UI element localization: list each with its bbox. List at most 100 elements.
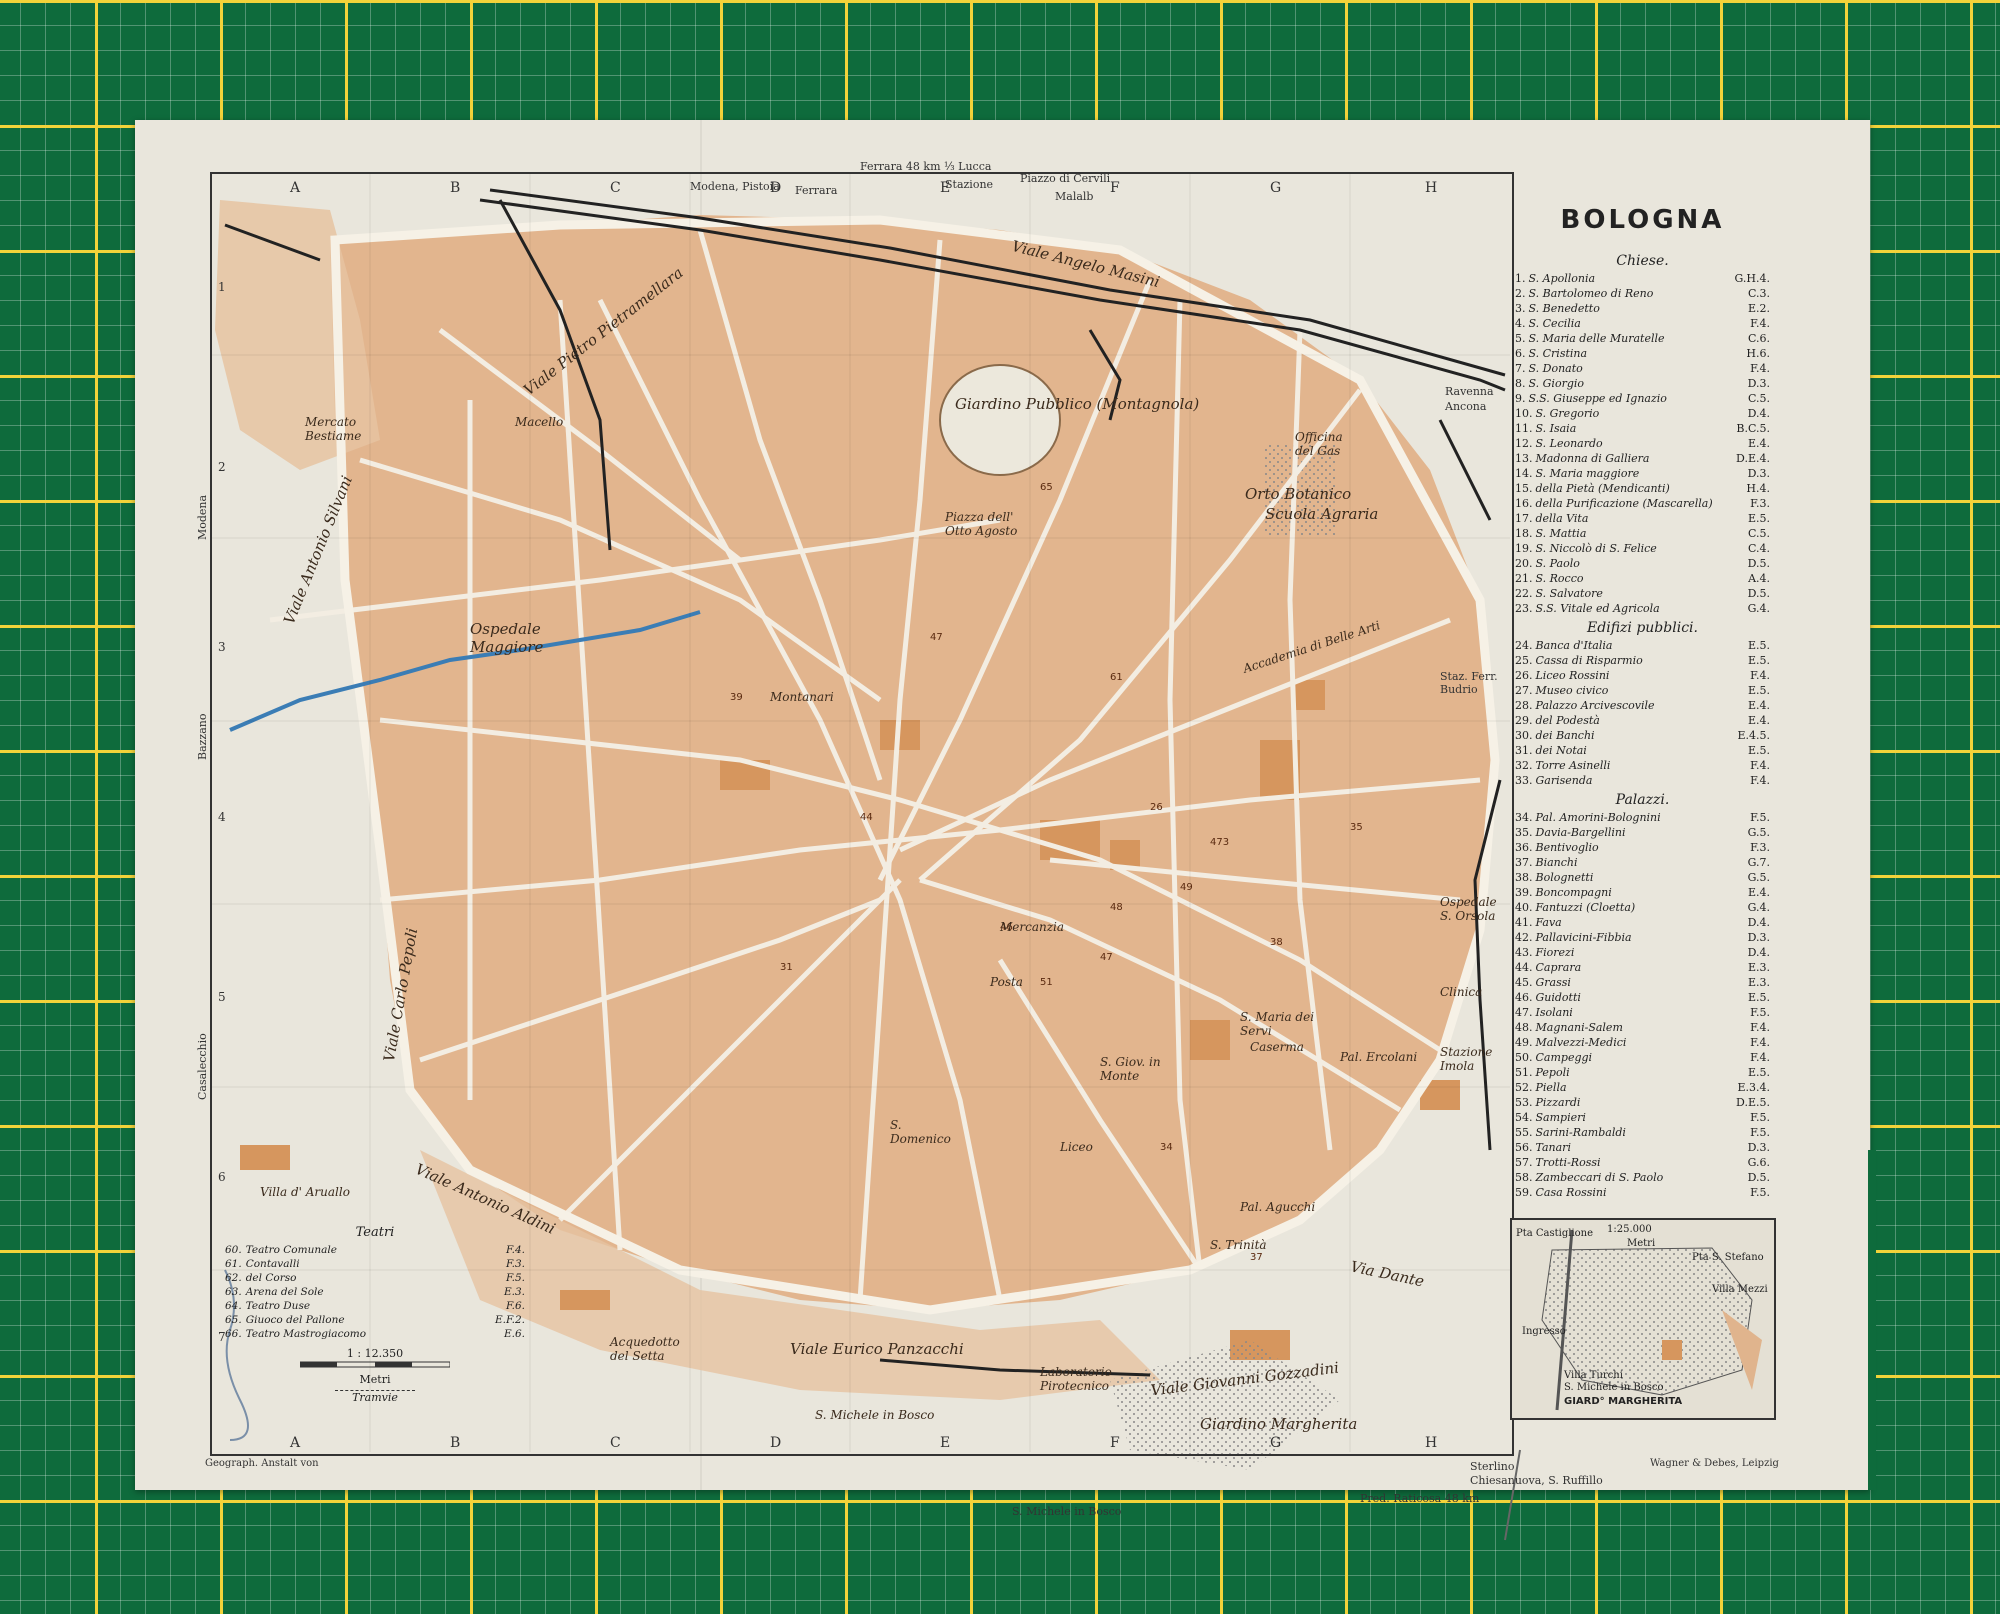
teatri-item-number: 61. [225, 1258, 242, 1270]
legend-item-name: S. Paolo [1535, 557, 1580, 570]
legend-item-number: 54. [1515, 1111, 1533, 1124]
grid-number-7: 7 [218, 1330, 226, 1344]
legend-item: 6. S. Cristina H.6. [1515, 346, 1770, 361]
legend-item: 48. Magnani-Salem F.4. [1515, 1020, 1770, 1035]
map-label: S. Maria dei Servi [1240, 1010, 1315, 1038]
legend-item-ref: F.3. [1750, 497, 1770, 510]
legend-item-name: Cassa di Risparmio [1535, 654, 1643, 667]
legend-item-number: 29. [1515, 714, 1533, 727]
legend-item: 41. Fava D.4. [1515, 915, 1770, 930]
legend-item-number: 39. [1515, 886, 1533, 899]
teatri-item-name: Arena del Sole [245, 1286, 324, 1298]
legend-item-number: 20. [1515, 557, 1533, 570]
legend-item-name: Bentivoglio [1535, 841, 1599, 854]
legend-item-number: 17. [1515, 512, 1533, 525]
legend-item-number: 34. [1515, 811, 1533, 824]
inset-unit: Metri [1627, 1238, 1656, 1249]
legend-item: 51. Pepoli E.5. [1515, 1065, 1770, 1080]
legend-item-name: Trotti-Rossi [1535, 1156, 1601, 1169]
legend-item: 29. del Podestà E.4. [1515, 713, 1770, 728]
map-title: BOLOGNA [1560, 205, 1725, 235]
legend-item-ref: F.4. [1750, 317, 1770, 330]
grid-letter-d: D [770, 180, 782, 196]
teatri-item: 63. Arena del Sole E.3. [225, 1285, 525, 1299]
legend-item-ref: F.5. [1750, 1186, 1770, 1199]
legend-item: 23. S.S. Vitale ed Agricola G.4. [1515, 601, 1770, 616]
grid-number-2: 2 [218, 460, 226, 474]
map-label: Pal. Agucchi [1240, 1200, 1316, 1214]
legend-item-ref: F.4. [1750, 362, 1770, 375]
legend-item-name: Museo civico [1535, 684, 1609, 697]
legend-item-ref: G.4. [1747, 602, 1770, 615]
grid-letter-c: C [610, 1435, 621, 1451]
edge-label-bottom: Chiesanuova, S. Ruffillo [1470, 1474, 1603, 1487]
legend-item-number: 3. [1515, 302, 1526, 315]
legend-item: 57. Trotti-Rossi G.6. [1515, 1155, 1770, 1170]
map-label: Viale Eurico Panzacchi [790, 1340, 964, 1358]
legend-item-ref: G.7. [1747, 856, 1770, 869]
legend-item-name: Pizzardi [1535, 1096, 1581, 1109]
legend-item: 40. Fantuzzi (Cloetta) G.4. [1515, 900, 1770, 915]
legend-item-number: 16. [1515, 497, 1533, 510]
grid-number-5: 5 [218, 990, 226, 1004]
legend-item-name: della Purificazione (Mascarella) [1535, 497, 1713, 510]
legend-item-number: 26. [1515, 669, 1533, 682]
legend-item: 5. S. Maria delle Muratelle C.6. [1515, 331, 1770, 346]
teatri-item-ref: F.3. [505, 1258, 525, 1270]
legend-item-name: della Vita [1535, 512, 1589, 525]
grid-number-1: 1 [218, 280, 226, 294]
legend-item-ref: E.4. [1747, 437, 1770, 450]
legend-item-ref: C.5. [1747, 392, 1770, 405]
legend-item-number: 55. [1515, 1126, 1533, 1139]
legend-item-ref: F.4. [1750, 759, 1770, 772]
legend-item-name: S.S. Vitale ed Agricola [1535, 602, 1660, 615]
legend-item: 33. Garisenda F.4. [1515, 773, 1770, 788]
legend-item-number: 6. [1515, 347, 1526, 360]
teatri-item-name: del Corso [245, 1272, 297, 1284]
teatri-item: 60. Teatro Comunale F.4. [225, 1243, 525, 1257]
grid-letter-b: B [450, 1435, 461, 1451]
legend-item-name: S. Bartolomeo di Reno [1528, 287, 1654, 300]
legend-item-name: della Pietà (Mendicanti) [1535, 482, 1670, 495]
legend-item-ref: E.5. [1747, 654, 1770, 667]
edge-label-top: Malalb [1055, 190, 1094, 203]
legend-item-ref: E.3.4. [1737, 1081, 1770, 1094]
legend-item: 19. S. Niccolò di S. Felice C.4. [1515, 541, 1770, 556]
teatri-item: 61. Contavalli F.3. [225, 1257, 525, 1271]
legend-item-name: Grassi [1535, 976, 1571, 989]
legend-item-number: 21. [1515, 572, 1533, 585]
legend-item-ref: F.4. [1750, 1051, 1770, 1064]
legend-item-ref: E.4. [1747, 886, 1770, 899]
legend-item: 30. dei Banchi E.4.5. [1515, 728, 1770, 743]
teatri-item-name: Teatro Duse [245, 1300, 311, 1312]
legend-item-name: Palazzo Arcivescovile [1535, 699, 1655, 712]
legend-item-ref: D.5. [1747, 587, 1770, 600]
legend-item: 11. S. Isaia B.C.5. [1515, 421, 1770, 436]
legend-item-name: S. Mattia [1535, 527, 1587, 540]
legend-item-number: 13. [1515, 452, 1533, 465]
teatri-item-ref: E.6. [503, 1328, 525, 1340]
legend-item-number: 5. [1515, 332, 1526, 345]
legend-item-ref: D.3. [1747, 377, 1770, 390]
grid-letter-e: E [940, 1435, 951, 1451]
map-label: Clinica [1440, 985, 1483, 999]
map-label: Villa d' Aruallo [260, 1185, 350, 1199]
teatri-item-ref: E.3. [503, 1286, 525, 1298]
legend-item-number: 28. [1515, 699, 1533, 712]
scale-ratio: 1 : 12.350 [346, 1347, 404, 1360]
teatri-item-name: Teatro Mastrogiacomo [245, 1328, 367, 1340]
map-label: Officina del Gas [1295, 430, 1343, 458]
map-label: S. Giov. in Monte [1100, 1055, 1161, 1083]
legend-item-number: 7. [1515, 362, 1526, 375]
grid-letter-h: H [1425, 180, 1438, 196]
legend-item-number: 41. [1515, 916, 1533, 929]
map-label: Montanari [770, 690, 834, 704]
inset-label: Pta S. Stefano [1692, 1252, 1764, 1263]
legend-item-number: 44. [1515, 961, 1533, 974]
legend-item: 44. Caprara E.3. [1515, 960, 1770, 975]
grid-number-6: 6 [218, 1170, 226, 1184]
legend-item-name: Bolognetti [1535, 871, 1594, 884]
legend-item-ref: G.5. [1747, 871, 1770, 884]
edge-label-top: Modena, Pistoia [690, 180, 780, 193]
map-label: Mercanzia [1000, 920, 1065, 934]
